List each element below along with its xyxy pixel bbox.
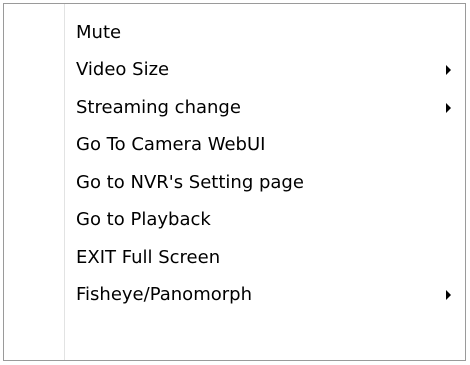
menu-item-go-to-playback[interactable]: Go to Playback	[4, 202, 465, 240]
menu-item-label: Go to NVR's Setting page	[76, 171, 304, 193]
menu-item-fisheye-panomorph[interactable]: Fisheye/Panomorph	[4, 277, 465, 315]
context-menu-list: Mute Video Size Streaming change Go To C…	[4, 14, 465, 314]
submenu-arrow-icon	[446, 65, 451, 76]
menu-item-label: Video Size	[76, 59, 170, 81]
menu-item-go-to-nvr-setting-page[interactable]: Go to NVR's Setting page	[4, 164, 465, 202]
context-menu: Mute Video Size Streaming change Go To C…	[3, 3, 466, 361]
menu-item-label: Streaming change	[76, 96, 241, 118]
menu-item-streaming-change[interactable]: Streaming change	[4, 89, 465, 127]
menu-item-go-to-camera-webui[interactable]: Go To Camera WebUI	[4, 127, 465, 165]
submenu-arrow-icon	[446, 290, 451, 301]
menu-item-mute[interactable]: Mute	[4, 14, 465, 52]
menu-item-label: Fisheye/Panomorph	[76, 284, 252, 306]
menu-item-label: Mute	[76, 21, 122, 43]
menu-item-label: Go To Camera WebUI	[76, 134, 266, 156]
submenu-arrow-icon	[446, 102, 451, 113]
menu-item-exit-full-screen[interactable]: EXIT Full Screen	[4, 239, 465, 277]
menu-item-label: EXIT Full Screen	[76, 246, 221, 268]
menu-item-video-size[interactable]: Video Size	[4, 52, 465, 90]
menu-item-label: Go to Playback	[76, 209, 211, 231]
